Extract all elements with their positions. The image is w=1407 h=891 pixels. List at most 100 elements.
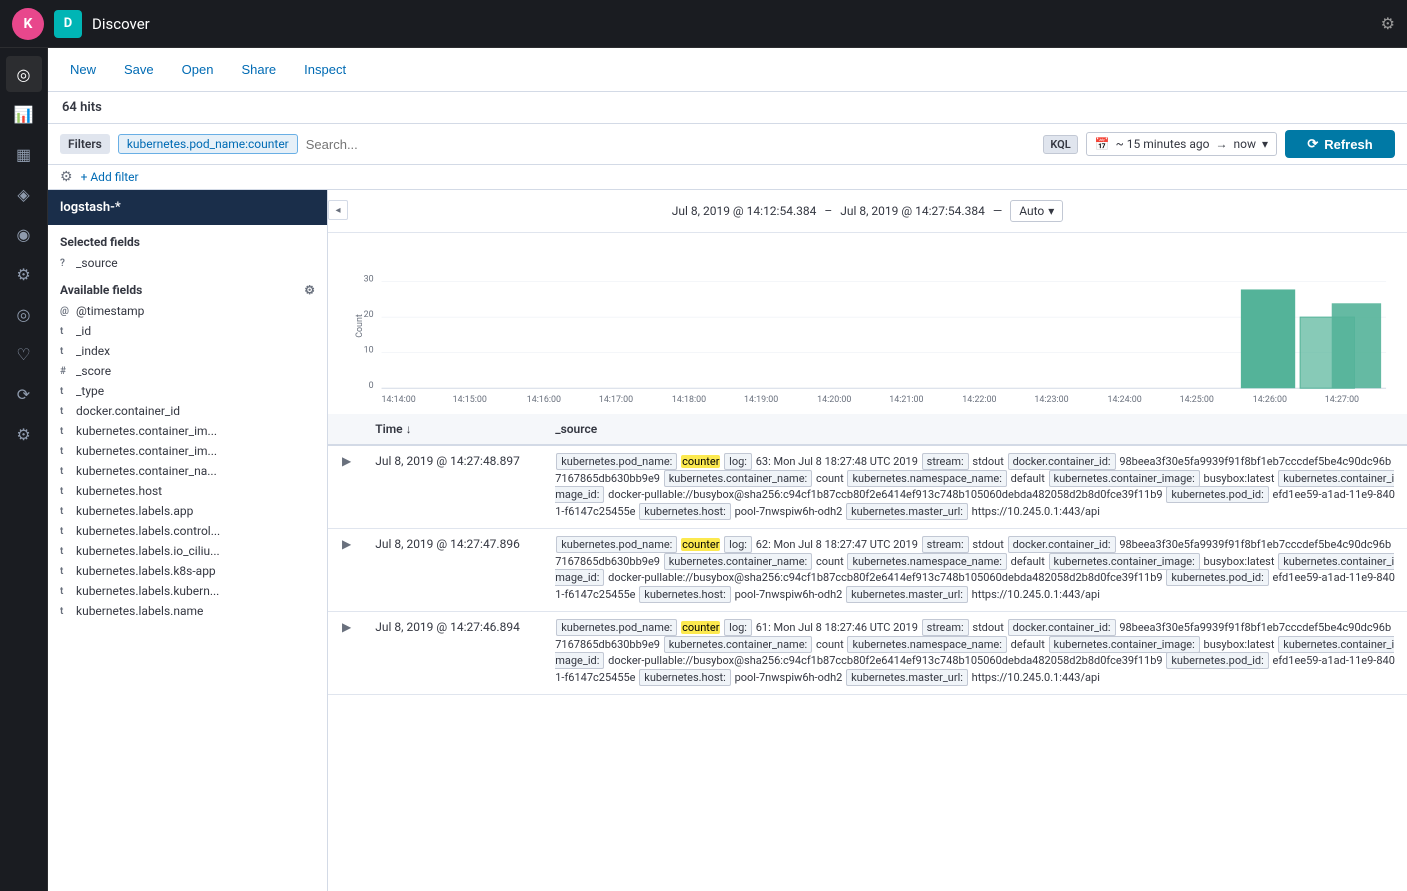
expand-cell[interactable]: ▶ [328, 529, 365, 612]
chart-date-from: Jul 8, 2019 @ 14:12:54.384 [672, 204, 817, 218]
expand-cell[interactable]: ▶ [328, 445, 365, 529]
available-fields-title: Available fields [60, 283, 142, 297]
app-icon: D [54, 10, 82, 38]
nav-settings[interactable]: ⚙ [6, 416, 42, 452]
svg-text:14:24:00: 14:24:00 [1108, 395, 1142, 405]
add-filter-link[interactable]: + Add filter [81, 170, 139, 184]
refresh-button[interactable]: ⟳ Refresh [1285, 130, 1395, 158]
field-docker-container-id[interactable]: t docker.container_id [48, 401, 327, 421]
left-nav: ◎ 📊 ▦ ◈ ◉ ⚙ ◎ ♡ ⟳ ⚙ [0, 48, 48, 891]
field-k8s-labels-control[interactable]: t kubernetes.labels.control... [48, 521, 327, 541]
expand-button[interactable]: ▶ [338, 618, 355, 636]
top-bar: K D Discover ⚙ [0, 0, 1407, 48]
chart-em-dash: — [993, 204, 1002, 218]
calendar-icon: 📅 [1095, 137, 1110, 151]
auto-select[interactable]: Auto ▾ [1010, 200, 1063, 222]
svg-text:14:15:00: 14:15:00 [453, 395, 487, 405]
nav-ml[interactable]: ⚙ [6, 256, 42, 292]
nav-visualize[interactable]: 📊 [6, 96, 42, 132]
field-k8s-labels-io-ciliu[interactable]: t kubernetes.labels.io_ciliu... [48, 541, 327, 561]
type-badge: ? [60, 258, 70, 269]
source-cell: kubernetes.pod_name: counter log: 62: Mo… [545, 529, 1407, 612]
field-k8s-labels-name[interactable]: t kubernetes.labels.name [48, 601, 327, 621]
refresh-icon: ⟳ [1307, 136, 1318, 152]
chart-dash: – [824, 204, 832, 218]
svg-text:14:18:00: 14:18:00 [672, 395, 706, 405]
app-title: Discover [92, 15, 1371, 33]
save-button[interactable]: Save [114, 58, 164, 81]
nav-dashboard[interactable]: ▦ [6, 136, 42, 172]
col-time-header[interactable]: Time ↓ [365, 414, 545, 445]
chart-container: Count 0 10 20 30 [328, 233, 1407, 414]
search-input[interactable] [306, 137, 1036, 152]
table-row: ▶ Jul 8, 2019 @ 14:27:46.894kubernetes.po… [328, 612, 1407, 695]
svg-text:14:19:00: 14:19:00 [744, 395, 778, 405]
filter-gear-icon[interactable]: ⚙ [60, 169, 73, 185]
available-fields-gear-icon[interactable]: ⚙ [304, 283, 315, 297]
col-source-header: _source [545, 414, 1407, 445]
field-timestamp[interactable]: @ @timestamp [48, 301, 327, 321]
time-cell: Jul 8, 2019 @ 14:27:47.896 [365, 529, 545, 612]
svg-text:14:22:00: 14:22:00 [962, 395, 996, 405]
chevron-down-icon: ▾ [1048, 204, 1054, 218]
nav-monitoring[interactable]: ♡ [6, 336, 42, 372]
field-k8s-labels-kubern[interactable]: t kubernetes.labels.kubern... [48, 581, 327, 601]
content-area: New Save Open Share Inspect 64 hits Filt… [48, 48, 1407, 891]
field-index[interactable]: t _index [48, 341, 327, 361]
inspect-button[interactable]: Inspect [294, 58, 356, 81]
nav-maps[interactable]: ◉ [6, 216, 42, 252]
histogram-chart: Count 0 10 20 30 [344, 241, 1391, 411]
sidebar: logstash-* Selected fields ? _source Ava… [48, 190, 328, 891]
collapse-chart-button[interactable]: ◂ [328, 200, 348, 220]
chart-header: ◂ Jul 8, 2019 @ 14:12:54.384 – Jul 8, 20… [328, 190, 1407, 233]
field-name: _source [76, 256, 315, 270]
field-k8s-container-na[interactable]: t kubernetes.container_na... [48, 461, 327, 481]
settings-icon[interactable]: ⚙ [1381, 14, 1395, 33]
nav-apm[interactable]: ⟳ [6, 376, 42, 412]
chevron-down-icon: ▾ [1262, 137, 1268, 151]
index-pattern-header[interactable]: logstash-* [48, 190, 327, 225]
hits-bar: 64 hits [48, 92, 1407, 124]
svg-text:30: 30 [364, 275, 374, 285]
source-cell: kubernetes.pod_name: counter log: 61: Mo… [545, 612, 1407, 695]
field-score[interactable]: # _score [48, 361, 327, 381]
open-button[interactable]: Open [172, 58, 224, 81]
available-fields-header: Available fields ⚙ [48, 273, 327, 301]
share-button[interactable]: Share [231, 58, 286, 81]
field-k8s-labels-app[interactable]: t kubernetes.labels.app [48, 501, 327, 521]
field-k8s-container-im1[interactable]: t kubernetes.container_im... [48, 421, 327, 441]
field-k8s-container-im2[interactable]: t kubernetes.container_im... [48, 441, 327, 461]
filter-bar: Filters kubernetes.pod_name:counter KQL … [48, 124, 1407, 165]
kibana-logo: K [12, 8, 44, 40]
time-cell: Jul 8, 2019 @ 14:27:48.897 [365, 445, 545, 529]
time-picker[interactable]: 📅 ~ 15 minutes ago → now ▾ [1086, 132, 1277, 156]
svg-text:14:23:00: 14:23:00 [1034, 395, 1068, 405]
svg-text:10: 10 [364, 346, 374, 356]
time-cell: Jul 8, 2019 @ 14:27:46.894 [365, 612, 545, 695]
field-k8s-labels-k8s-app[interactable]: t kubernetes.labels.k8s-app [48, 561, 327, 581]
nav-canvas[interactable]: ◈ [6, 176, 42, 212]
hits-label: hits [80, 100, 102, 115]
expand-button[interactable]: ▶ [338, 452, 355, 470]
svg-text:14:21:00: 14:21:00 [889, 395, 923, 405]
svg-text:14:27:00: 14:27:00 [1325, 395, 1359, 405]
auto-label: Auto [1019, 204, 1044, 218]
refresh-label: Refresh [1324, 137, 1372, 152]
field-id[interactable]: t _id [48, 321, 327, 341]
expand-cell[interactable]: ▶ [328, 612, 365, 695]
svg-text:14:26:00: 14:26:00 [1253, 395, 1287, 405]
selected-fields-title: Selected fields [48, 225, 327, 253]
query-filter-chip[interactable]: kubernetes.pod_name:counter [118, 134, 298, 154]
nav-graph[interactable]: ◎ [6, 296, 42, 332]
expand-button[interactable]: ▶ [338, 535, 355, 553]
time-from: ~ 15 minutes ago [1116, 137, 1210, 151]
field-type[interactable]: t _type [48, 381, 327, 401]
nav-discover[interactable]: ◎ [6, 56, 42, 92]
filters-label: Filters [60, 134, 110, 154]
field-k8s-host[interactable]: t kubernetes.host [48, 481, 327, 501]
kql-badge[interactable]: KQL [1043, 135, 1077, 154]
svg-text:14:25:00: 14:25:00 [1180, 395, 1214, 405]
filter-chip-text: kubernetes.pod_name:counter [127, 137, 289, 151]
selected-field-source[interactable]: ? _source [48, 253, 327, 273]
new-button[interactable]: New [60, 58, 106, 81]
